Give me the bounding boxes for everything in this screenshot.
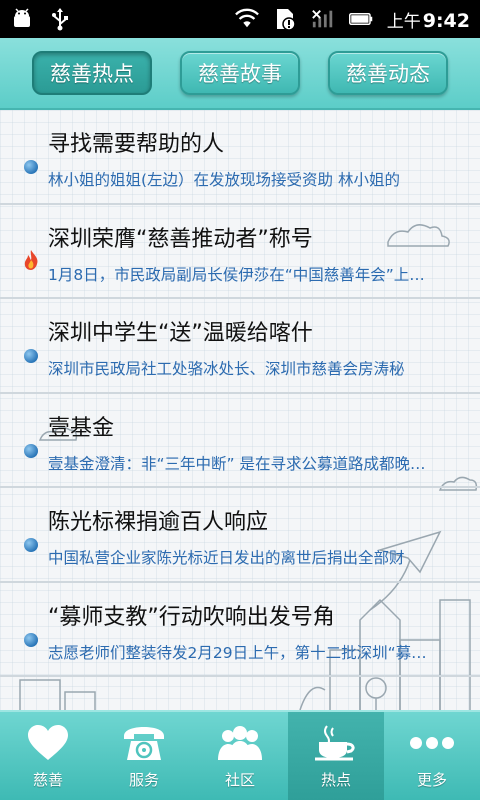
category-tab-bar: 慈善热点 慈善故事 慈善动态	[0, 38, 480, 110]
nav-community[interactable]: 社区	[192, 712, 288, 800]
news-summary: 1月8日，市民政局副局长侯伊莎在“中国慈善年会”上…	[48, 265, 425, 284]
android-debug-icon	[10, 7, 34, 31]
status-bar: 上午 9:42	[0, 0, 480, 38]
blue-dot-icon	[24, 349, 38, 363]
news-title: 陈光标裸捐逾百人响应	[48, 510, 269, 535]
nav-label: 更多	[416, 770, 447, 789]
fire-icon	[22, 249, 40, 271]
nav-more[interactable]: 更多	[384, 712, 480, 800]
news-summary: 志愿老师们整装待发2月29日上午，第十二批深圳“募…	[48, 643, 427, 662]
blue-dot-icon	[24, 160, 38, 174]
news-title: “募师支教”行动吹响出发号角	[48, 604, 335, 630]
list-item[interactable]: “募师支教”行动吹响出发号角 志愿老师们整装待发2月29日上午，第十二批深圳“募…	[0, 583, 480, 677]
nav-label: 热点	[320, 770, 351, 789]
news-title: 壹基金	[48, 415, 115, 441]
nav-label: 慈善	[32, 770, 63, 789]
tab-charity-stories[interactable]: 慈善故事	[180, 51, 300, 95]
clock: 上午 9:42	[386, 9, 470, 32]
heart-icon	[24, 723, 72, 763]
news-summary: 深圳市民政局社工处骆冰处长、深圳市慈善会房涛秘	[48, 360, 405, 378]
nav-service[interactable]: 服务	[96, 712, 192, 800]
blue-dot-icon	[24, 443, 38, 458]
sim-alert-icon	[273, 7, 297, 31]
tab-charity-hotspot[interactable]: 慈善热点	[32, 51, 152, 95]
blue-dot-icon	[24, 538, 38, 552]
nav-charity[interactable]: 慈善	[0, 712, 96, 800]
people-icon	[216, 723, 264, 763]
news-title: 深圳中学生“送”温暖给喀什	[48, 321, 313, 346]
nav-label: 社区	[224, 770, 255, 789]
list-item[interactable]: 深圳荣膺“慈善推动者”称号 1月8日，市民政局副局长侯伊莎在“中国慈善年会”上…	[0, 205, 480, 299]
news-title: 深圳荣膺“慈善推动者”称号	[48, 226, 313, 252]
signal-icon	[311, 7, 335, 31]
nav-hotspot[interactable]: 热点	[288, 712, 384, 800]
news-summary: 壹基金澄清：非“三年中断” 是在寻求公募道路成都晚…	[48, 454, 426, 473]
blue-dot-icon	[24, 632, 38, 647]
news-list[interactable]: 寻找需要帮助的人 林小姐的姐姐(左边）在发放现场接受资助 林小姐的 深圳荣膺“慈…	[0, 110, 480, 710]
nav-label: 服务	[128, 770, 159, 789]
tab-charity-news[interactable]: 慈善动态	[328, 51, 448, 95]
news-title: 寻找需要帮助的人	[48, 132, 225, 157]
more-dots-icon	[408, 723, 456, 763]
coffee-cup-icon	[312, 723, 360, 763]
news-summary: 中国私营企业家陈光标近日发出的离世后捐出全部财	[48, 549, 405, 567]
list-item[interactable]: 壹基金 壹基金澄清：非“三年中断” 是在寻求公募道路成都晚…	[0, 394, 480, 488]
news-summary: 林小姐的姐姐(左边）在发放现场接受资助 林小姐的	[48, 171, 400, 189]
list-item[interactable]: 陈光标裸捐逾百人响应 中国私营企业家陈光标近日发出的离世后捐出全部财	[0, 488, 480, 583]
battery-icon	[348, 7, 373, 31]
list-item[interactable]: 深圳中学生“送”温暖给喀什 深圳市民政局社工处骆冰处长、深圳市慈善会房涛秘	[0, 299, 480, 394]
telephone-icon	[120, 723, 168, 763]
wifi-icon	[234, 7, 259, 31]
list-item[interactable]: 寻找需要帮助的人 林小姐的姐姐(左边）在发放现场接受资助 林小姐的	[0, 110, 480, 205]
usb-icon	[48, 7, 72, 31]
bottom-nav-bar: 慈善 服务 社区 热点 更多	[0, 710, 480, 800]
